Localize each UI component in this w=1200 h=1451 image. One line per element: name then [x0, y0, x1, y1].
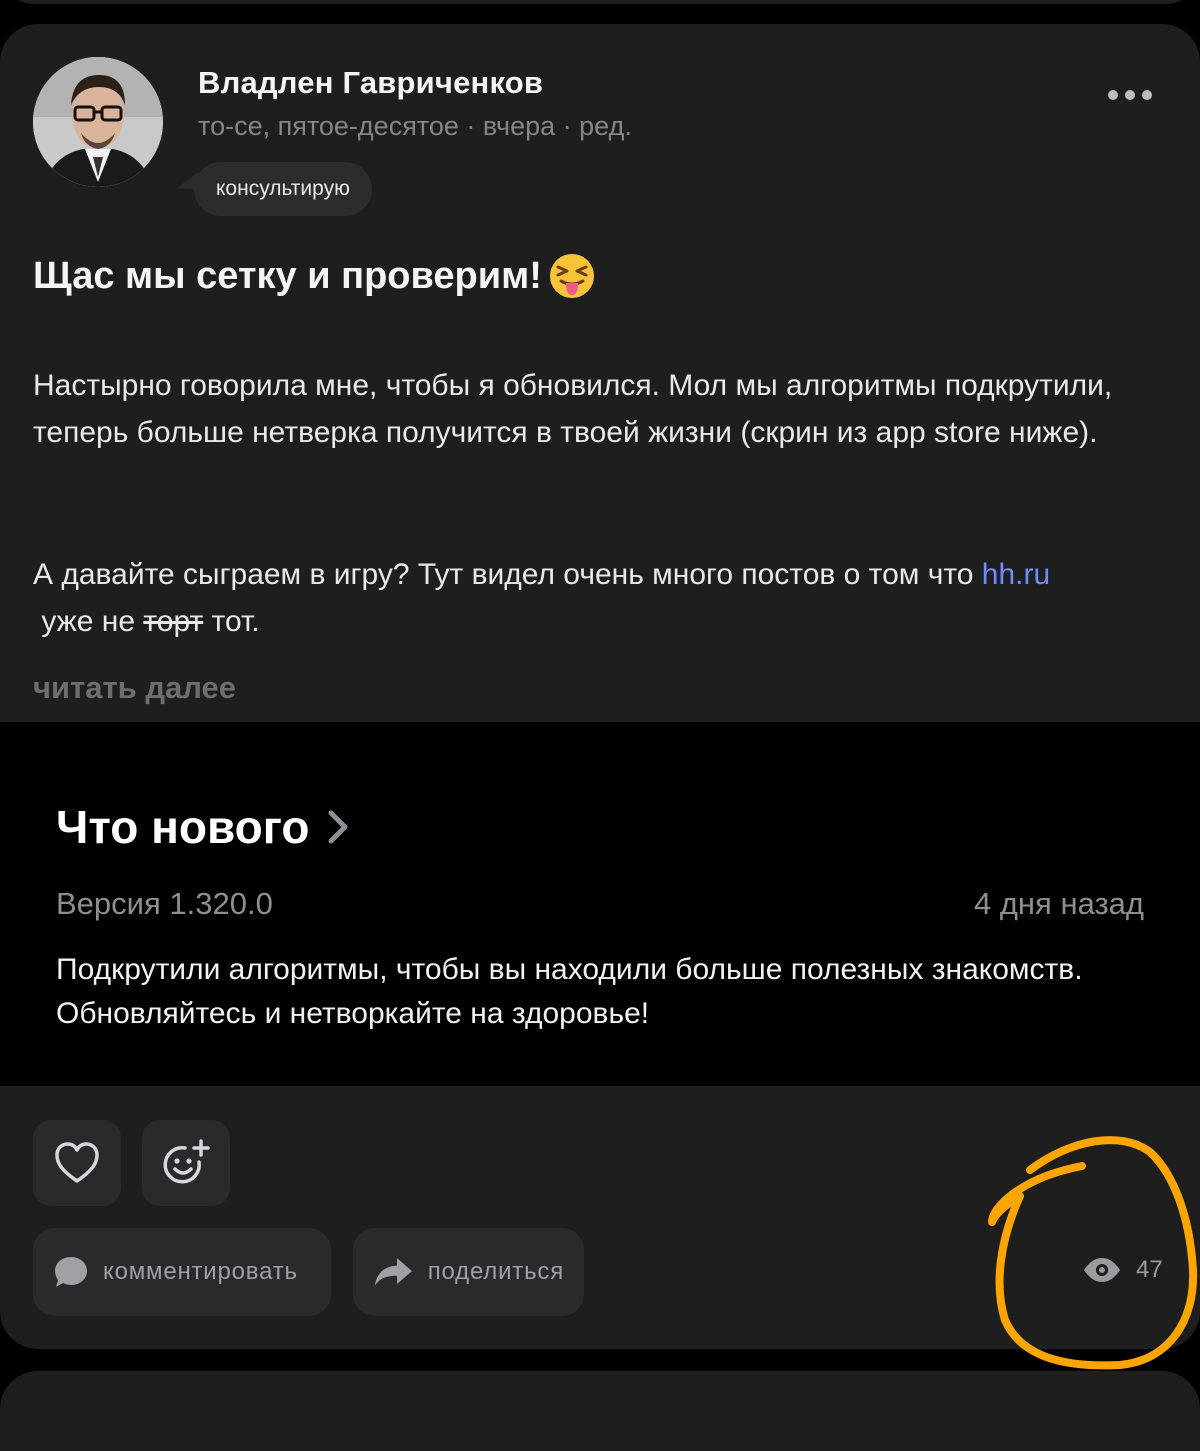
- tongue-squint-emoji-icon: [549, 254, 594, 298]
- status-badge: консультирую: [194, 162, 372, 216]
- post-paragraph-2: А давайте сыграем в игру? Тут видел очен…: [33, 551, 1163, 645]
- share-label: поделиться: [427, 1258, 564, 1285]
- attached-screenshot[interactable]: Что нового Версия 1.320.0 4 дня назад По…: [0, 722, 1200, 1086]
- previous-post-card: [0, 0, 1200, 4]
- app-version: Версия 1.320.0: [56, 886, 273, 921]
- post-paragraph-1: Настырно говорила мне, чтобы я обновился…: [33, 369, 1113, 449]
- release-date: 4 дня назад: [973, 886, 1144, 921]
- share-button[interactable]: поделиться: [353, 1228, 584, 1316]
- comment-button[interactable]: комментировать: [33, 1228, 331, 1316]
- paragraph-2-mid: уже не: [33, 605, 144, 638]
- hh-link[interactable]: hh.ru: [982, 558, 1050, 591]
- share-icon: [374, 1258, 412, 1286]
- more-options-icon[interactable]: [1100, 82, 1160, 108]
- paragraph-2-end: тот.: [203, 605, 260, 638]
- strike-text: торт: [143, 605, 204, 638]
- author-name[interactable]: Владлен Гавриченков: [198, 65, 543, 101]
- views-counter: 47: [1082, 1256, 1163, 1284]
- read-more-link[interactable]: читать далее: [33, 670, 236, 706]
- views-count: 47: [1136, 1256, 1163, 1283]
- author-avatar[interactable]: [33, 57, 163, 187]
- next-post-card: [0, 1371, 1200, 1451]
- post-meta: то-се, пятое-десятое · вчера · ред.: [198, 111, 632, 141]
- post-title: Щас мы сетку и проверим!: [33, 252, 596, 300]
- add-emoji-icon: [163, 1139, 210, 1184]
- like-button[interactable]: [33, 1120, 121, 1206]
- heart-icon: [55, 1142, 99, 1183]
- comment-icon: [55, 1257, 87, 1287]
- chevron-right-icon: [328, 810, 348, 844]
- add-reaction-button[interactable]: [142, 1120, 230, 1206]
- comment-label: комментировать: [103, 1258, 298, 1285]
- whats-new-heading: Что нового: [56, 800, 349, 854]
- eye-icon: [1084, 1258, 1120, 1282]
- release-notes: Подкрутили алгоритмы, чтобы вы находили …: [56, 953, 1083, 1030]
- post-title-text: Щас мы сетку и проверим!: [33, 254, 542, 297]
- post-card: Владлен Гавриченков то-се, пятое-десятое…: [0, 24, 1200, 1349]
- whats-new-title: Что нового: [56, 801, 310, 853]
- paragraph-2-start: А давайте сыграем в игру? Тут видел очен…: [33, 558, 974, 591]
